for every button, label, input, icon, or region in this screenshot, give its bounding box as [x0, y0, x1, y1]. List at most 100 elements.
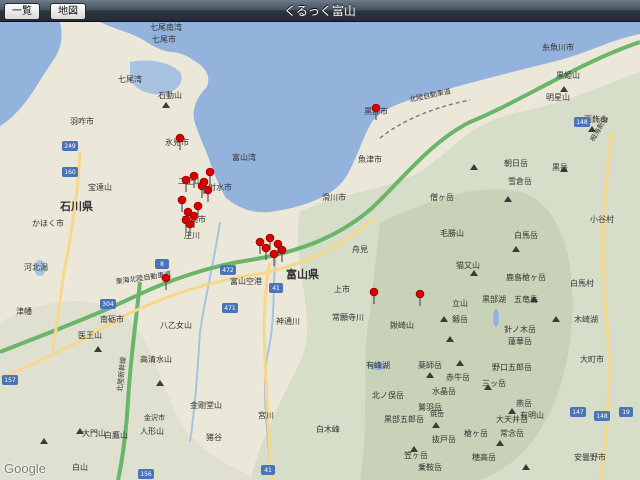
label-yukikura: 雪倉岳: [508, 176, 532, 186]
label-nanao-city: 七尾市: [152, 34, 176, 44]
label-kahoku: かほく市: [32, 218, 64, 228]
label-otensho: 大天井岳: [496, 414, 528, 424]
label-omachi: 大町市: [580, 354, 604, 364]
route-shield: 147: [570, 407, 586, 417]
label-hodatsusan: 宝達山: [88, 182, 112, 192]
label-kahokugata: 河北潟: [24, 262, 48, 272]
label-otari: 小谷村: [590, 214, 614, 224]
label-jinzu: 神通川: [276, 316, 300, 326]
label-hotaka: 穂高岳: [472, 452, 496, 462]
label-joganji: 常願寺川: [332, 313, 364, 322]
navigation-bar: 一覧 地図 くるっく富山: [0, 0, 640, 22]
route-shield: 8: [155, 259, 169, 269]
label-nanto: 南砺市: [100, 314, 124, 324]
label-nanao-bay: 七尾南湾: [150, 22, 182, 32]
route-number: 147: [572, 409, 584, 416]
label-itoigawa: 糸魚川市: [542, 42, 574, 52]
label-tateyama: 立山: [452, 298, 468, 308]
label-myojo: 明星山: [546, 92, 570, 102]
label-akaushi: 赤牛岳: [446, 372, 470, 382]
route-number: 148: [576, 119, 588, 126]
route-number: 304: [102, 301, 114, 308]
label-toyama-airport: 富山空港: [230, 276, 262, 286]
label-toyama-bay: 富山湾: [232, 152, 256, 162]
label-azumino: 安曇野市: [574, 452, 606, 462]
label-noguchigoro: 野口五郎岳: [492, 362, 532, 372]
label-funami: 舟見: [352, 244, 368, 254]
label-shirakimine: 白木峰: [316, 424, 340, 434]
label-mitsudake: 三ッ岳: [482, 378, 506, 388]
label-hakusan: 白山: [72, 462, 88, 472]
route-shield: 304: [100, 299, 116, 309]
label-miyagawa: 宮川: [258, 410, 274, 420]
route-shield: 41: [261, 465, 275, 475]
route-number: 471: [224, 305, 236, 312]
label-kekachi: 毛勝山: [440, 228, 464, 238]
label-shirouma: 白馬岳: [514, 230, 538, 240]
label-sekidozan: 石動山: [158, 90, 182, 100]
route-shield: 471: [222, 303, 238, 313]
label-kurohime: 黒姫山: [556, 70, 580, 80]
route-shield: 160: [62, 167, 78, 177]
label-nukedo: 抜戸岳: [432, 434, 456, 444]
label-yarigatake: 槍ヶ岳: [464, 428, 488, 438]
label-arimine-ko: 有峰湖: [366, 360, 390, 370]
label-jonen: 常念岳: [500, 428, 524, 438]
label-hakuba: 白馬村: [570, 278, 594, 288]
route-shield: 148: [594, 411, 610, 421]
label-kurobe-ko: 黒部湖: [482, 294, 506, 304]
label-sogatake: 僧ヶ岳: [430, 192, 454, 202]
route-number: 41: [272, 285, 280, 292]
route-shield: 472: [220, 265, 236, 275]
label-yaotome: 八乙女山: [160, 320, 192, 330]
map-view[interactable]: 七尾南湾 七尾市 七尾湾 石動山 羽咋市 氷見市 富山湾 宝達山 かほく市 二上…: [0, 22, 640, 480]
route-number: 8: [160, 261, 164, 268]
label-ioozan: 医王山: [78, 330, 102, 340]
label-hakuyozan: 白鷹山: [104, 430, 128, 440]
label-toyama: 富山県: [286, 267, 319, 281]
label-harinoki: 針ノ木岳: [504, 324, 536, 334]
label-kanazawa: 津幡: [16, 306, 32, 316]
label-ningyozan: 人形山: [140, 426, 164, 436]
label-uozu: 魚津市: [358, 154, 382, 164]
label-suisho: 水晶岳: [432, 386, 456, 396]
label-ishikawa: 石川県: [59, 200, 93, 213]
label-daimon: 大門山: [82, 428, 106, 438]
label-norikura: 乗鞍岳: [418, 462, 442, 472]
route-number: 19: [622, 409, 630, 416]
route-number: 156: [140, 471, 152, 478]
label-yakushi: 薬師岳: [418, 360, 442, 370]
label-tsubakuro: 燕岳: [516, 398, 532, 408]
route-number: 148: [596, 413, 608, 420]
label-renge: 蓮華岳: [508, 336, 532, 346]
route-shield: 41: [269, 283, 283, 293]
label-kamiichi: 上市: [334, 284, 350, 294]
label-kuwasaki: 鍬崎山: [390, 320, 414, 330]
label-goryu: 五竜岳: [514, 294, 538, 304]
route-number: 472: [222, 267, 234, 274]
route-shield: 148: [574, 117, 590, 127]
label-namerikawa: 滑川市: [322, 192, 346, 202]
route-number: 157: [4, 377, 16, 384]
page-title: くるっく富山: [284, 4, 356, 18]
label-asahi: 朝日岳: [504, 158, 528, 168]
route-shield: 19: [619, 407, 633, 417]
label-kasagatake: 笠ヶ岳: [404, 450, 428, 460]
label-takashimizu: 高清水山: [140, 354, 172, 364]
label-kizaki: 木崎湖: [574, 314, 598, 324]
label-kashimayari: 鹿島槍ヶ岳: [506, 272, 546, 282]
google-attribution: Google: [4, 461, 46, 476]
route-shield: 249: [62, 141, 78, 151]
label-kongodo: 金剛堂山: [190, 400, 222, 410]
label-kurobegoro: 黒部五郎岳: [384, 414, 424, 424]
label-yakedake: 焼岳: [430, 409, 444, 418]
kurobe-lake: [493, 309, 499, 327]
label-nekomata: 猫又山: [456, 260, 480, 270]
label-kitanomata: 北ノ俣岳: [372, 390, 404, 400]
label-syokawa2: 金沢市: [144, 413, 165, 422]
route-shield: 156: [138, 469, 154, 479]
route-number: 160: [64, 169, 76, 176]
label-nanao-wan: 七尾湾: [118, 74, 142, 84]
route-number: 41: [264, 467, 272, 474]
label-tsurugi: 剱岳: [452, 314, 468, 324]
